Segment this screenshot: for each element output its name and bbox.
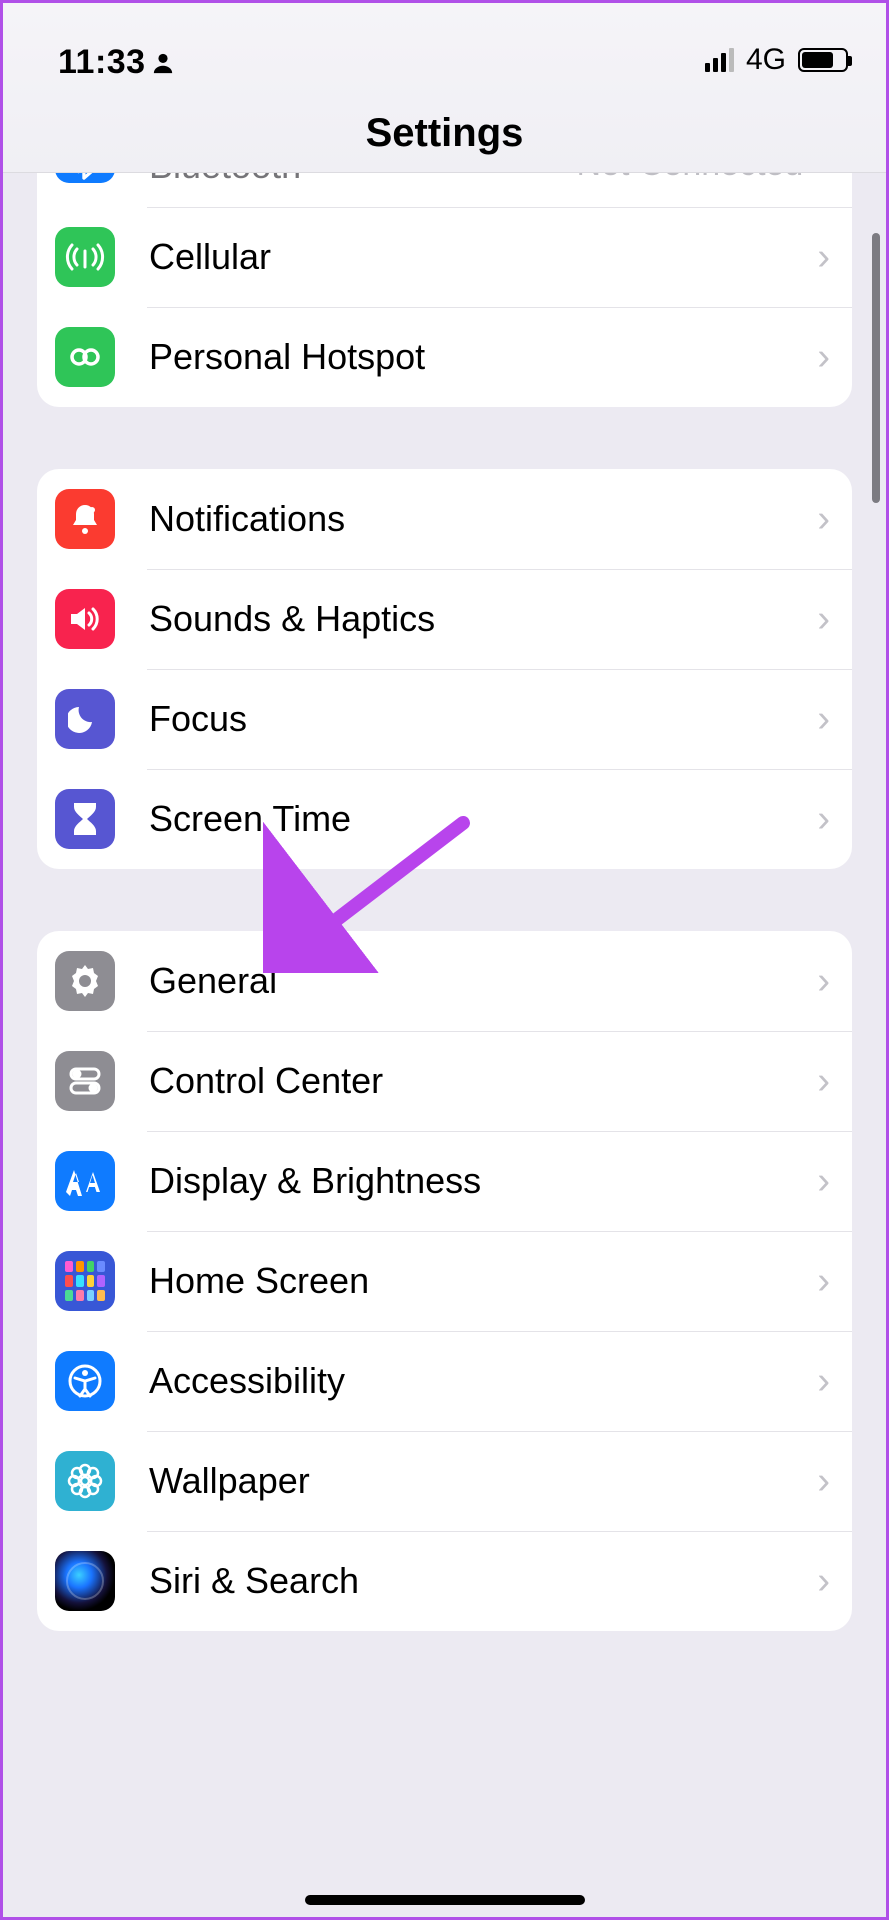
row-screentime[interactable]: Screen Time › xyxy=(37,769,852,869)
row-label: Sounds & Haptics xyxy=(149,598,817,640)
accessibility-icon xyxy=(55,1351,115,1411)
hourglass-icon xyxy=(55,789,115,849)
row-hotspot[interactable]: Personal Hotspot › xyxy=(37,307,852,407)
row-label: Focus xyxy=(149,698,817,740)
toggles-icon xyxy=(55,1051,115,1111)
gear-icon xyxy=(55,951,115,1011)
row-cellular[interactable]: Cellular › xyxy=(37,207,852,307)
moon-icon xyxy=(55,689,115,749)
status-right: 4G xyxy=(705,43,848,77)
row-label: Notifications xyxy=(149,498,817,540)
chevron-right-icon: › xyxy=(817,798,830,841)
home-indicator[interactable] xyxy=(305,1895,585,1905)
row-homescreen[interactable]: Home Screen › xyxy=(37,1231,852,1331)
status-time: 11:33 xyxy=(58,43,174,82)
row-notifications[interactable]: Notifications › xyxy=(37,469,852,569)
chevron-right-icon: › xyxy=(817,1260,830,1303)
chevron-right-icon: › xyxy=(817,1560,830,1603)
row-label: Accessibility xyxy=(149,1360,817,1402)
chevron-right-icon: › xyxy=(817,598,830,641)
chevron-right-icon: › xyxy=(817,236,830,279)
row-label: Screen Time xyxy=(149,798,817,840)
hotspot-icon xyxy=(55,327,115,387)
row-siri[interactable]: Siri & Search › xyxy=(37,1531,852,1631)
person-icon xyxy=(152,51,174,75)
app-grid-icon xyxy=(55,1251,115,1311)
row-label: Control Center xyxy=(149,1060,817,1102)
row-bluetooth[interactable]: Bluetooth Not Connected › xyxy=(37,173,852,207)
bell-icon xyxy=(55,489,115,549)
row-display[interactable]: Display & Brightness › xyxy=(37,1131,852,1231)
battery-icon xyxy=(798,48,848,72)
row-label: Cellular xyxy=(149,236,817,278)
chevron-right-icon: › xyxy=(817,1060,830,1103)
cellular-icon xyxy=(55,227,115,287)
network-label: 4G xyxy=(746,43,786,77)
status-bar: 11:33 4G Settings xyxy=(3,3,886,173)
clock-text: 11:33 xyxy=(58,43,146,82)
signal-icon xyxy=(705,48,734,72)
row-label: Bluetooth xyxy=(149,173,577,187)
row-label: Siri & Search xyxy=(149,1560,817,1602)
row-focus[interactable]: Focus › xyxy=(37,669,852,769)
group-alerts: Notifications › Sounds & Haptics › Focus… xyxy=(37,469,852,869)
row-wallpaper[interactable]: Wallpaper › xyxy=(37,1431,852,1531)
chevron-right-icon: › xyxy=(817,698,830,741)
chevron-right-icon: › xyxy=(817,336,830,379)
speaker-icon xyxy=(55,589,115,649)
chevron-right-icon: › xyxy=(817,1460,830,1503)
row-accessibility[interactable]: Accessibility › xyxy=(37,1331,852,1431)
group-system: General › Control Center › Display & Bri… xyxy=(37,931,852,1631)
chevron-right-icon: › xyxy=(817,173,830,184)
bluetooth-icon xyxy=(55,173,115,183)
flower-icon xyxy=(55,1451,115,1511)
row-label: Display & Brightness xyxy=(149,1160,817,1202)
chevron-right-icon: › xyxy=(817,1360,830,1403)
row-controlcenter[interactable]: Control Center › xyxy=(37,1031,852,1131)
row-value: Not Connected xyxy=(577,173,804,184)
row-label: Home Screen xyxy=(149,1260,817,1302)
row-general[interactable]: General › xyxy=(37,931,852,1031)
chevron-right-icon: › xyxy=(817,1160,830,1203)
chevron-right-icon: › xyxy=(817,960,830,1003)
group-connectivity: Bluetooth Not Connected › Cellular › Per… xyxy=(37,173,852,407)
page-title: Settings xyxy=(3,111,886,156)
row-sounds[interactable]: Sounds & Haptics › xyxy=(37,569,852,669)
row-label: Personal Hotspot xyxy=(149,336,817,378)
settings-list: Bluetooth Not Connected › Cellular › Per… xyxy=(3,173,886,1917)
chevron-right-icon: › xyxy=(817,498,830,541)
row-label: Wallpaper xyxy=(149,1460,817,1502)
siri-icon xyxy=(55,1551,115,1611)
text-size-icon xyxy=(55,1151,115,1211)
row-label: General xyxy=(149,960,817,1002)
